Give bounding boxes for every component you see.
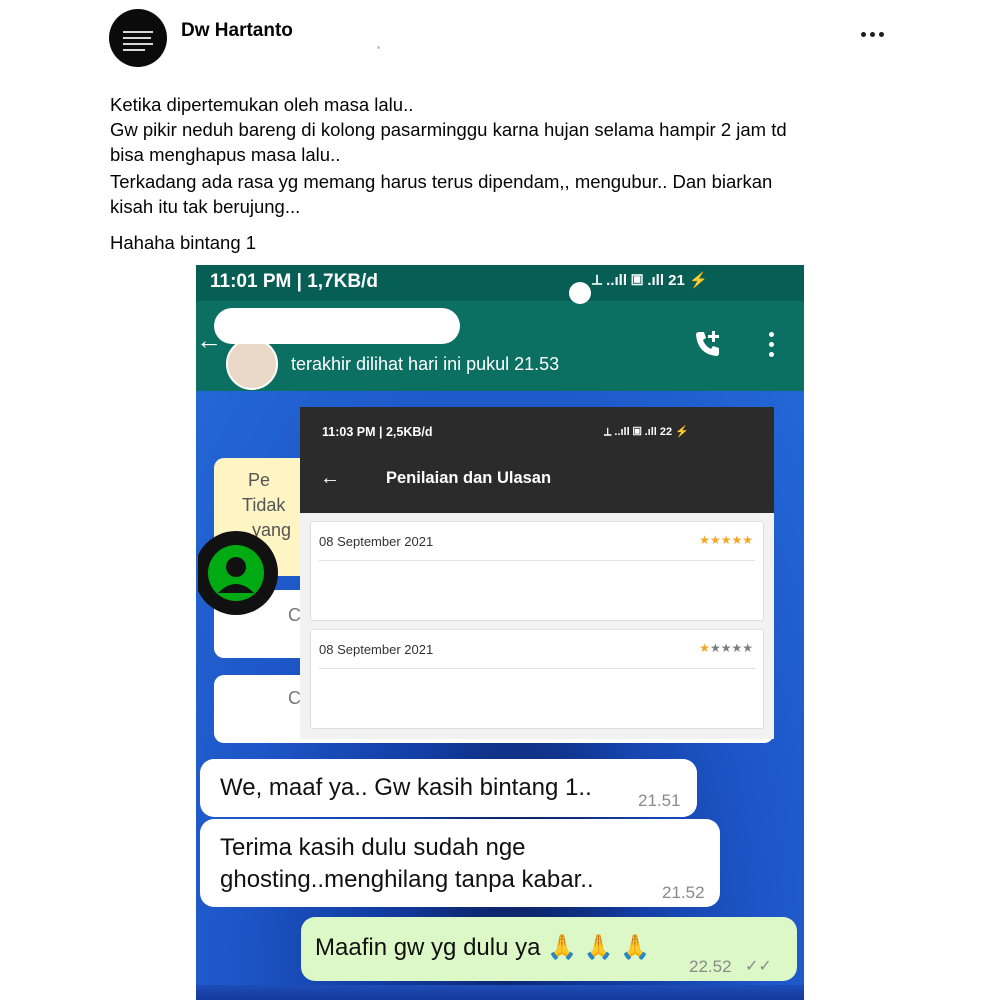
chat-input-edge xyxy=(196,985,804,1000)
post-meta-dot xyxy=(377,46,380,49)
post-text-line: Ketika dipertemukan oleh masa lalu.. xyxy=(110,94,414,115)
avatar-text-line xyxy=(123,49,145,51)
review-card[interactable]: 08 September 2021 ★★★★★ xyxy=(310,521,764,621)
contact-avatar[interactable] xyxy=(226,338,278,390)
review-card[interactable]: 08 September 2021 ★★★★★ xyxy=(310,629,764,729)
overflow-menu-icon[interactable] xyxy=(766,330,776,360)
overlay-status-icons: ⟂ ..ıll ▣ .ıll 22 ⚡ xyxy=(604,426,689,438)
message-time: 22.52 xyxy=(689,957,732,976)
add-call-icon[interactable] xyxy=(693,329,723,359)
encryption-notice-text: Tidak xyxy=(242,495,286,515)
message-time: 21.52 xyxy=(662,883,705,902)
menu-dot xyxy=(769,352,774,357)
touch-indicator xyxy=(569,282,591,304)
author-name[interactable]: Dw Hartanto xyxy=(181,20,293,42)
post-text-line: kisah itu tak berujung... xyxy=(110,196,301,217)
review-date: 08 September 2021 xyxy=(319,642,434,657)
more-options-button[interactable] xyxy=(858,22,888,46)
incoming-message[interactable]: We, maaf ya.. Gw kasih bintang 1.. 21.51 xyxy=(200,759,697,817)
status-time: 11:01 PM | 1,7KB/d xyxy=(210,271,378,292)
post-text-line: bisa menghapus masa lalu.. xyxy=(110,144,341,165)
read-ticks-icon: ✓✓ xyxy=(745,958,772,975)
avatar-text-line xyxy=(123,37,151,39)
post-text-line: Gw pikir neduh bareng di kolong pasarmin… xyxy=(110,119,787,140)
gojek-logo-icon xyxy=(198,531,278,615)
encryption-notice-text: Pe xyxy=(248,470,271,490)
review-date: 08 September 2021 xyxy=(319,534,434,549)
more-horizontal-icon-dot xyxy=(870,32,875,37)
message-text: Maafin gw yg dulu ya 🙏 🙏 🙏 xyxy=(315,934,651,961)
post-text-line: Hahaha bintang 1 xyxy=(110,232,257,253)
star-rating-1: ★★★★★ xyxy=(699,641,753,655)
divider xyxy=(319,668,755,669)
divider xyxy=(319,560,755,561)
ratings-title: Penilaian dan Ulasan xyxy=(386,469,552,487)
avatar-text-line xyxy=(123,43,153,45)
back-arrow-icon[interactable]: ← xyxy=(320,467,340,490)
author-avatar[interactable] xyxy=(109,9,167,67)
post-image[interactable]: 11:01 PM | 1,7KB/d ⟂ ..ıll ▣ .ıll 21 ⚡ ←… xyxy=(196,265,804,1000)
message-text: ghosting..menghilang tanpa kabar.. xyxy=(220,866,594,893)
menu-dot xyxy=(769,332,774,337)
message-text: Terima kasih dulu sudah nge xyxy=(220,834,526,861)
avatar-text-line xyxy=(123,31,153,33)
ratings-app-bar xyxy=(300,407,774,513)
overlay-status-time: 11:03 PM | 2,5KB/d xyxy=(322,425,433,439)
contact-name-redaction xyxy=(214,308,460,344)
message-text: We, maaf ya.. Gw kasih bintang 1.. xyxy=(220,774,592,801)
message-time: 21.51 xyxy=(638,791,681,810)
last-seen-text: terakhir dilihat hari ini pukul 21.53 xyxy=(291,354,560,374)
outgoing-message[interactable]: Maafin gw yg dulu ya 🙏 🙏 🙏 22.52 ✓✓ xyxy=(301,917,797,981)
more-horizontal-icon xyxy=(861,32,866,37)
menu-dot xyxy=(769,342,774,347)
ratings-screenshot: 11:03 PM | 2,5KB/d ⟂ ..ıll ▣ .ıll 22 ⚡ ←… xyxy=(300,407,774,739)
more-horizontal-icon-dot xyxy=(879,32,884,37)
star-rating-5: ★★★★★ xyxy=(699,533,753,547)
post-text-line: Terkadang ada rasa yg memang harus terus… xyxy=(110,171,773,192)
whatsapp-status-bar: 11:01 PM | 1,7KB/d ⟂ ..ıll ▣ .ıll 21 ⚡ xyxy=(196,265,804,301)
incoming-message[interactable]: Terima kasih dulu sudah nge ghosting..me… xyxy=(200,819,720,907)
status-icons: ⟂ ..ıll ▣ .ıll 21 ⚡ xyxy=(592,272,708,289)
